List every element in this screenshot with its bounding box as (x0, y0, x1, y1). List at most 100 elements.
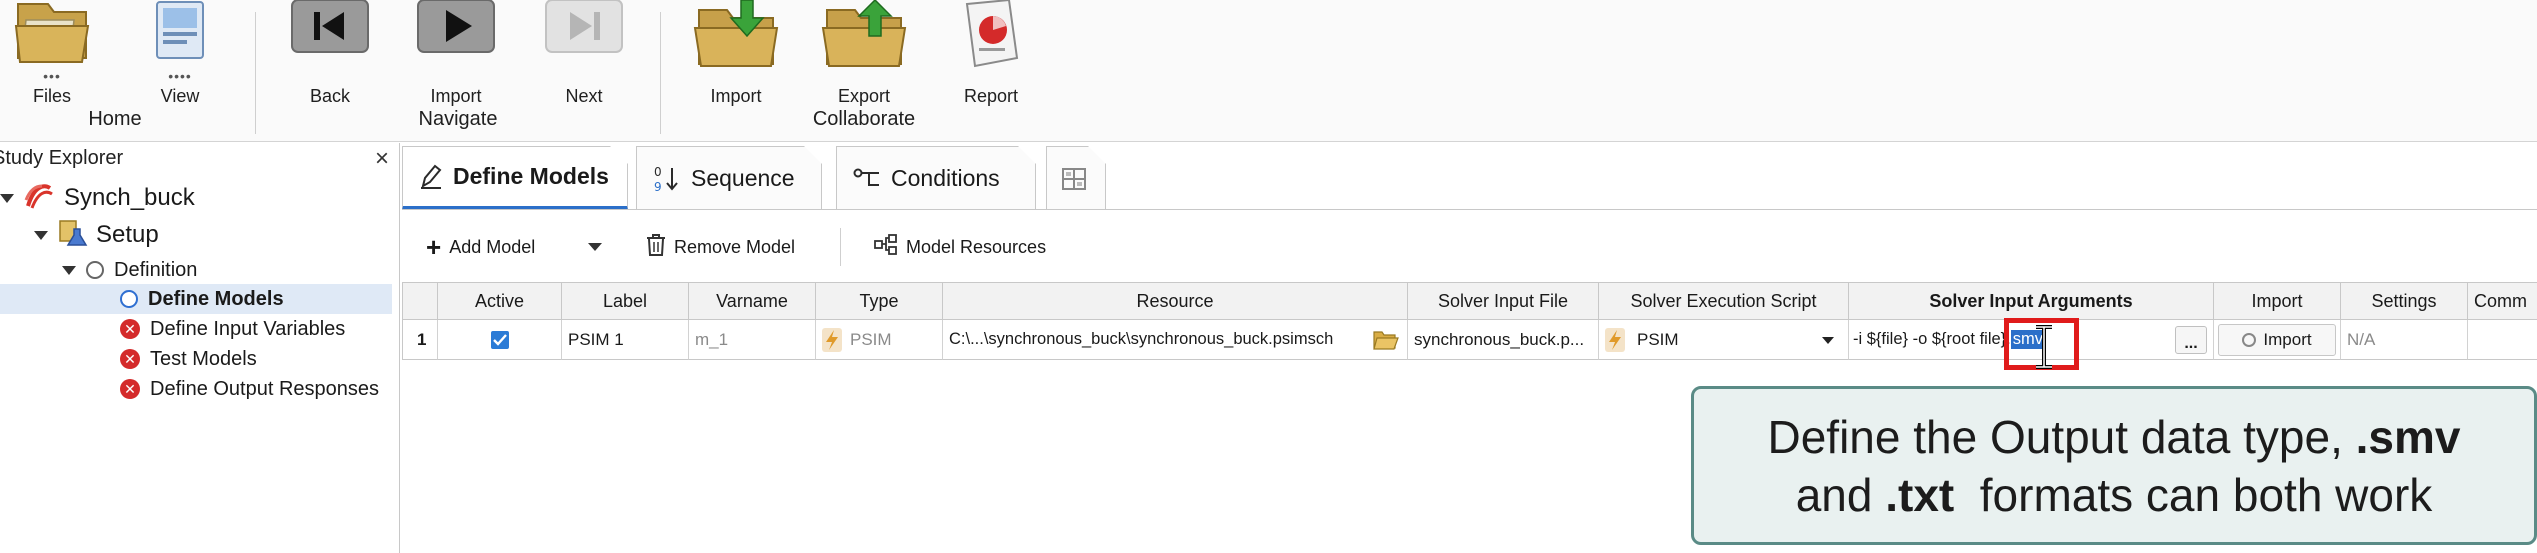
step-tabs: Define Models 0 9 Sequence Conditions (402, 146, 2537, 210)
tree-item-define-output-responses-label: Define Output Responses (150, 377, 380, 400)
chevron-down-icon[interactable] (1822, 337, 1834, 344)
navigate-group-label: Navigate (418, 108, 498, 130)
back-button[interactable]: Back (270, 0, 390, 110)
type-cell[interactable]: PSIM (816, 320, 943, 360)
comment-cell[interactable] (2468, 320, 2537, 360)
conditions-icon (853, 167, 881, 191)
next-label: Next (565, 86, 603, 106)
tree-item-test-models[interactable]: ✕ Test Models (120, 344, 257, 374)
column-header-solver-input-file[interactable]: Solver Input File (1408, 282, 1599, 320)
tree-item-definition-label: Definition (114, 258, 198, 281)
tree-item-define-output-responses[interactable]: ✕ Define Output Responses (120, 374, 379, 404)
callout-line-2-post: formats can both work (1954, 468, 2433, 521)
grid-layout-icon (1061, 167, 1087, 191)
tree-item-definition[interactable]: Definition (62, 255, 197, 285)
expand-arrow-icon[interactable] (34, 230, 48, 240)
ribbon-separator-1 (255, 12, 256, 134)
models-table: Active Label Varname Type Resource Solve… (402, 282, 2537, 362)
model-resources-button[interactable]: Model Resources (874, 232, 1046, 262)
column-header-comment[interactable]: Comm (2468, 282, 2537, 320)
expand-arrow-icon[interactable] (62, 265, 76, 275)
column-header-resource[interactable]: Resource (943, 282, 1408, 320)
callout-smv-format: .smv (2355, 410, 2461, 463)
status-circle-icon (86, 261, 104, 279)
column-header-import[interactable]: Import (2214, 282, 2341, 320)
more-options-button[interactable]: ... (2175, 326, 2207, 354)
skip-forward-icon (544, 0, 624, 61)
tree-item-define-models-label: Define Models (148, 287, 284, 310)
next-button[interactable]: Next (524, 0, 644, 110)
model-resources-label: Model Resources (906, 236, 1047, 257)
tree-item-test-models-label: Test Models (150, 347, 257, 370)
report-button[interactable]: Report (931, 0, 1051, 110)
files-icon (12, 0, 92, 71)
study-icon (24, 182, 54, 215)
solver-execution-script-cell[interactable]: PSIM (1599, 320, 1849, 360)
collaborate-import-button[interactable]: Import (676, 0, 796, 110)
svg-text:0: 0 (654, 165, 662, 179)
files-button[interactable]: ••• Files (0, 0, 112, 110)
solver-input-file-cell[interactable]: synchronous_buck.p... (1408, 320, 1599, 360)
tab-define-models[interactable]: Define Models (402, 146, 628, 210)
solver-input-arguments-text: -i ${file} -o ${root file}. (1853, 330, 2011, 348)
tab-sequence[interactable]: 0 9 Sequence (636, 146, 822, 210)
tree-item-setup-label: Setup (96, 221, 159, 248)
lightning-icon (1605, 327, 1625, 352)
import-row-label: Import (2263, 329, 2312, 349)
import-circle-icon (2242, 332, 2257, 347)
study-explorer-title-text: Study Explorer (0, 147, 124, 169)
column-header-label[interactable]: Label (562, 282, 689, 320)
callout-txt-format: .txt (1885, 468, 1955, 521)
report-label: Report (963, 86, 1019, 106)
tree-item-define-input-variables[interactable]: ✕ Define Input Variables (120, 314, 345, 344)
collaborate-group-label: Collaborate (812, 108, 916, 130)
add-model-dropdown[interactable] (588, 232, 602, 262)
row-index: 1 (402, 320, 438, 360)
column-header-settings[interactable]: Settings (2341, 282, 2468, 320)
export-button[interactable]: Export (804, 0, 924, 110)
tab-sequence-label: Sequence (691, 165, 795, 191)
settings-cell[interactable]: N/A (2341, 320, 2468, 360)
error-icon: ✕ (120, 379, 140, 399)
remove-model-button[interactable]: Remove Model (646, 232, 795, 262)
home-group-label: Home (88, 108, 142, 130)
label-cell[interactable]: PSIM 1 (562, 320, 689, 360)
column-header-solver-execution-script[interactable]: Solver Execution Script (1599, 282, 1849, 320)
close-icon[interactable]: × (375, 145, 389, 173)
active-checkbox[interactable] (490, 330, 509, 349)
view-label: View (160, 86, 200, 106)
column-header-active[interactable]: Active (438, 282, 562, 320)
folder-import-icon (691, 0, 781, 73)
study-explorer-title: Study Explorer (0, 147, 400, 175)
tree-item-setup[interactable]: Setup (34, 219, 159, 250)
callout-line-2-pre: and (1795, 468, 1886, 521)
column-header-varname[interactable]: Varname (689, 282, 816, 320)
column-header-solver-input-arguments[interactable]: Solver Input Arguments (1849, 282, 2214, 320)
play-icon (416, 0, 496, 61)
files-more-indicator: ••• (43, 68, 61, 84)
tree-item-define-models[interactable]: Define Models (120, 284, 284, 314)
tab-conditions[interactable]: Conditions (836, 146, 1036, 210)
expand-arrow-icon[interactable] (0, 193, 14, 203)
active-cell (438, 320, 562, 360)
import-row-button[interactable]: Import (2218, 323, 2336, 356)
import-cell: Import (2214, 320, 2341, 360)
annotation-callout: Define the Output data type, .smv and .t… (1691, 386, 2537, 545)
view-icon (145, 0, 215, 71)
navigate-import-button[interactable]: Import (396, 0, 516, 110)
varname-cell[interactable]: m_1 (689, 320, 816, 360)
view-button[interactable]: •••• View (120, 0, 240, 110)
files-label: Files (32, 86, 71, 106)
report-icon (951, 0, 1031, 75)
callout-line-2: and .txt formats can both work (1796, 466, 2433, 524)
tree-item-study[interactable]: Synch_buck (0, 183, 195, 213)
column-header-type[interactable]: Type (816, 282, 943, 320)
callout-line-1-text: Define the Output data type, (1767, 410, 2356, 463)
tab-layout[interactable] (1046, 146, 1106, 210)
add-model-button[interactable]: + Add Model (426, 232, 535, 262)
folder-open-icon[interactable] (1373, 329, 1399, 356)
study-explorer-panel: Study Explorer × Synch_buck Setup Defini… (0, 143, 400, 553)
resource-cell[interactable]: C:\...\synchronous_buck\synchronous_buck… (943, 320, 1408, 360)
remove-model-label: Remove Model (674, 236, 796, 257)
lightning-icon (822, 327, 842, 352)
